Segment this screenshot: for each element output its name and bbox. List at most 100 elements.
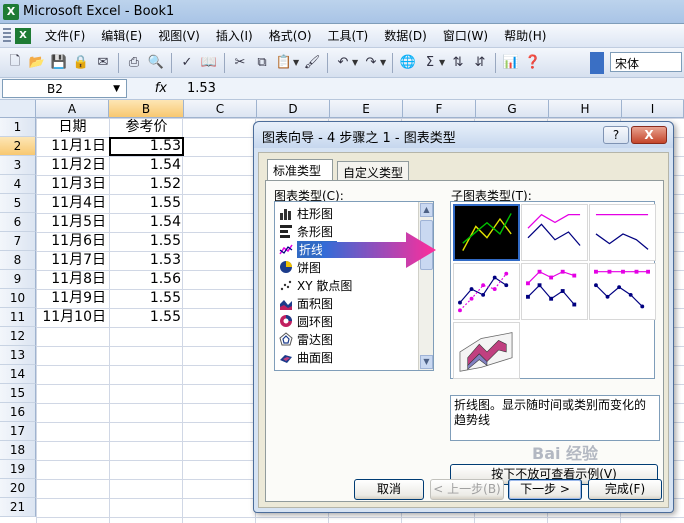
menu-insert[interactable]: 插入(I) [208, 27, 261, 44]
value-cell[interactable]: 1.55 [109, 232, 184, 251]
format-painter-icon[interactable]: 🖌 [302, 53, 322, 73]
date-cell[interactable]: 11月9日 [36, 289, 109, 308]
date-cell[interactable]: 11月6日 [36, 232, 109, 251]
subtype-line-markers[interactable] [453, 263, 520, 320]
value-cell[interactable]: 1.53 [109, 251, 184, 270]
permission-icon[interactable]: 🔒 [71, 53, 91, 73]
cell-a1[interactable]: 日期 [36, 118, 109, 137]
date-cell[interactable]: 11月1日 [36, 137, 109, 156]
menu-file[interactable]: 文件(F) [37, 27, 93, 44]
chart-type-item[interactable]: 面积图 [279, 294, 333, 312]
open-icon[interactable]: 📂 [27, 53, 47, 73]
row-header[interactable]: 10 [0, 289, 36, 308]
row-header[interactable]: 9 [0, 270, 36, 289]
research-icon[interactable]: 📖 [199, 53, 219, 73]
tab-standard-types[interactable]: 标准类型 [267, 159, 333, 181]
paste-dropdown-icon[interactable]: ▼ [293, 58, 301, 67]
value-cell[interactable]: 1.55 [109, 289, 184, 308]
date-cell[interactable]: 11月7日 [36, 251, 109, 270]
cancel-button[interactable]: 取消 [354, 479, 424, 500]
column-header-h[interactable]: H [549, 100, 622, 118]
menu-edit[interactable]: 编辑(E) [93, 27, 150, 44]
subtype-line-stacked[interactable] [521, 204, 588, 261]
column-header-a[interactable]: A [36, 100, 109, 118]
chart-type-scrollbar[interactable]: ▲ ▼ [418, 202, 433, 370]
row-header[interactable]: 12 [0, 327, 36, 346]
back-button[interactable]: < 上一步(B) [430, 479, 504, 500]
dialog-help-button[interactable]: ? [603, 126, 629, 144]
row-header[interactable]: 7 [0, 232, 36, 251]
date-cell[interactable]: 11月5日 [36, 213, 109, 232]
row-header[interactable]: 18 [0, 441, 36, 460]
redo-icon[interactable]: ↷ [361, 53, 381, 73]
chevron-down-icon[interactable]: ▼ [113, 84, 120, 94]
menu-help[interactable]: 帮助(H) [496, 27, 554, 44]
cell-b1[interactable]: 参考价 [109, 118, 184, 137]
chart-type-item[interactable]: 雷达图 [279, 330, 333, 348]
chart-wizard-icon[interactable]: 📊 [501, 53, 521, 73]
column-header-g[interactable]: G [476, 100, 549, 118]
row-header[interactable]: 3 [0, 156, 36, 175]
spelling-icon[interactable]: ✓ [177, 53, 197, 73]
value-cell[interactable]: 1.56 [109, 270, 184, 289]
chart-type-item[interactable]: 曲面图 [279, 348, 333, 366]
cut-icon[interactable]: ✂ [230, 53, 250, 73]
date-cell[interactable]: 11月3日 [36, 175, 109, 194]
menu-window[interactable]: 窗口(W) [435, 27, 496, 44]
value-cell[interactable]: 1.54 [109, 156, 184, 175]
menu-view[interactable]: 视图(V) [150, 27, 208, 44]
function-icon[interactable]: fx [127, 81, 167, 96]
email-icon[interactable]: ✉ [93, 53, 113, 73]
name-box[interactable]: B2 ▼ [2, 79, 127, 98]
scroll-up-icon[interactable]: ▲ [420, 203, 433, 217]
print-preview-icon[interactable]: 🔍 [146, 53, 166, 73]
formula-input[interactable]: 1.53 [187, 81, 216, 96]
row-header[interactable]: 15 [0, 384, 36, 403]
new-icon[interactable]: 🗋 [5, 53, 25, 73]
hyperlink-icon[interactable]: 🌐 [398, 53, 418, 73]
sort-descending-icon[interactable]: ⇵ [470, 53, 490, 73]
row-header[interactable]: 1 [0, 118, 36, 137]
paste-icon[interactable]: 📋 [274, 53, 294, 73]
subtype-line-percent-markers[interactable] [589, 263, 656, 320]
row-header[interactable]: 2 [0, 137, 36, 156]
row-header[interactable]: 4 [0, 175, 36, 194]
scroll-down-icon[interactable]: ▼ [420, 355, 433, 369]
next-button[interactable]: 下一步 > [508, 479, 582, 500]
menu-data[interactable]: 数据(D) [376, 27, 435, 44]
row-header[interactable]: 16 [0, 403, 36, 422]
chart-type-item[interactable]: XY 散点图 [279, 276, 352, 294]
subtype-line-basic[interactable] [453, 204, 520, 261]
chart-type-item[interactable]: 饼图 [279, 258, 321, 276]
copy-icon[interactable]: ⧉ [252, 53, 272, 73]
subtype-line-3d[interactable] [453, 322, 520, 379]
column-header-d[interactable]: D [257, 100, 330, 118]
subtype-line-percent[interactable] [589, 204, 656, 261]
column-header-e[interactable]: E [330, 100, 403, 118]
row-header[interactable]: 21 [0, 498, 36, 517]
menu-format[interactable]: 格式(O) [261, 27, 320, 44]
column-header-i[interactable]: I [622, 100, 684, 118]
save-icon[interactable]: 💾 [49, 53, 69, 73]
print-icon[interactable]: ⎙ [124, 53, 144, 73]
dialog-close-button[interactable]: X [631, 126, 667, 144]
column-header-c[interactable]: C [184, 100, 257, 118]
row-header[interactable]: 6 [0, 213, 36, 232]
value-cell[interactable]: 1.55 [109, 194, 184, 213]
toolbar-options-icon[interactable] [590, 52, 604, 74]
row-header[interactable]: 20 [0, 479, 36, 498]
undo-icon[interactable]: ↶ [333, 53, 353, 73]
date-cell[interactable]: 11月2日 [36, 156, 109, 175]
date-cell[interactable]: 11月10日 [36, 308, 109, 327]
value-cell[interactable]: 1.52 [109, 175, 184, 194]
date-cell[interactable]: 11月8日 [36, 270, 109, 289]
tab-custom-types[interactable]: 自定义类型 [337, 161, 409, 181]
autosum-icon[interactable]: Σ [420, 53, 440, 73]
finish-button[interactable]: 完成(F) [588, 479, 662, 500]
column-header-b[interactable]: B [109, 100, 184, 118]
subtype-line-stacked-markers[interactable] [521, 263, 588, 320]
value-cell[interactable]: 1.55 [109, 308, 184, 327]
row-header[interactable]: 19 [0, 460, 36, 479]
select-all-corner[interactable] [0, 100, 36, 118]
row-header[interactable]: 5 [0, 194, 36, 213]
